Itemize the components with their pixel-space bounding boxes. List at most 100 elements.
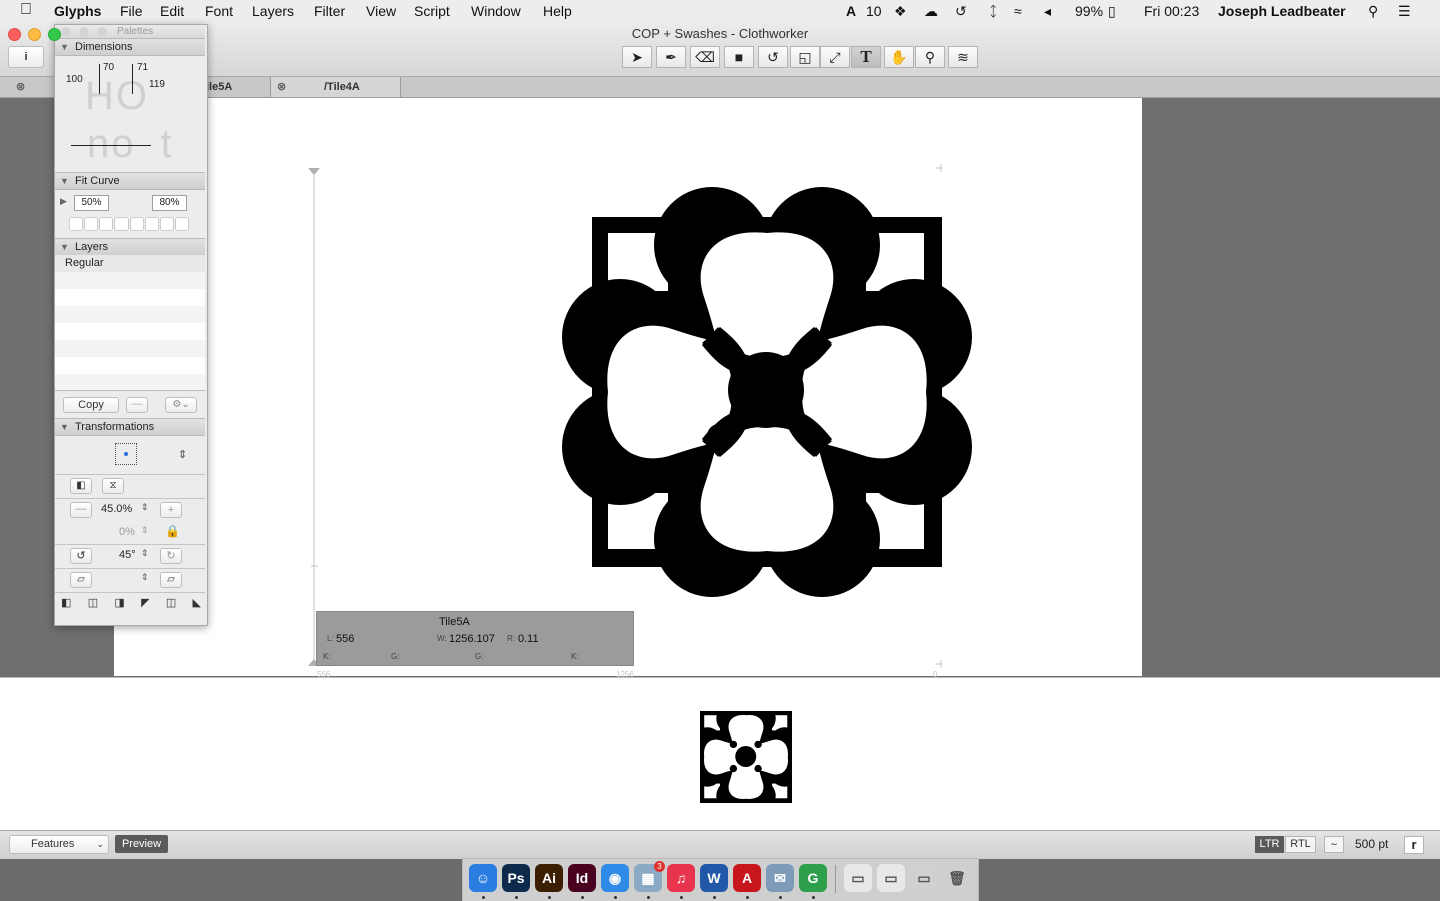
disclosure-triangle-icon[interactable]: ▼	[60, 239, 69, 255]
word-icon[interactable]: W	[700, 864, 728, 892]
wifi-icon[interactable]: ≈	[1014, 3, 1022, 19]
features-popup[interactable]: Features ⌄	[9, 835, 109, 854]
mail-icon[interactable]: ✉	[766, 864, 794, 892]
preview-button[interactable]: Preview	[115, 835, 168, 853]
creative-cloud-icon[interactable]: ☁	[924, 3, 938, 20]
dimensions-header[interactable]: ▼ Dimensions	[55, 38, 205, 56]
dimension-value[interactable]: 70	[103, 62, 114, 73]
close-tab-icon[interactable]: ⊗	[16, 77, 25, 97]
layers-header[interactable]: ▼ Layers	[55, 238, 205, 256]
user-name[interactable]: Joseph Leadbeater	[1218, 3, 1346, 19]
kern-left-label[interactable]: K:	[323, 652, 331, 661]
rotate-cw-icon[interactable]: ↻	[160, 548, 182, 564]
flip-vertical-icon[interactable]: ⧖	[102, 478, 124, 494]
volume-icon[interactable]: ◂	[1044, 3, 1051, 20]
rotate-stepper-icon[interactable]: ⇕	[141, 548, 149, 559]
menu-script[interactable]: Script	[414, 3, 450, 19]
ltr-button[interactable]: LTR	[1255, 836, 1284, 853]
rotate-icon[interactable]: ↺	[758, 46, 788, 68]
disclosure-triangle-icon[interactable]: ▼	[60, 173, 69, 189]
scale-secondary-stepper-icon[interactable]: ⇕	[141, 525, 149, 536]
group-left-label[interactable]: G:	[391, 652, 399, 661]
dimension-value[interactable]: 119	[149, 79, 165, 90]
clock[interactable]: Fri 00:23	[1144, 3, 1199, 19]
window-zoom-icon[interactable]	[48, 28, 61, 41]
palette-close-icon[interactable]	[61, 27, 71, 37]
dropbox-icon[interactable]: ❖	[894, 3, 907, 20]
fit-curve-header[interactable]: ▼ Fit Curve	[55, 172, 205, 190]
align-right-icon[interactable]: ◨	[114, 596, 124, 612]
fit-curve-preset-button[interactable]	[174, 217, 189, 231]
scale-stepper-icon[interactable]: ⇕	[141, 502, 149, 513]
font-size-value[interactable]: 500 pt	[1355, 837, 1388, 851]
slant-stepper-icon[interactable]: ⇕	[141, 572, 149, 583]
close-tab-icon[interactable]: ⊗	[277, 77, 286, 97]
measure-icon[interactable]: ≋	[948, 46, 978, 68]
group-right-label[interactable]: G:	[475, 652, 483, 661]
photoshop-icon[interactable]: Ps	[502, 864, 530, 892]
transformations-header[interactable]: ▼ Transformations	[55, 418, 205, 436]
fit-curve-preset-button[interactable]	[144, 217, 159, 231]
adobe-status-icon[interactable]: A	[846, 3, 856, 19]
scale-icon[interactable]: ◱	[790, 46, 820, 68]
align-top-icon[interactable]: ◤	[141, 596, 149, 612]
glyph-name[interactable]: Tile5A	[439, 616, 470, 628]
select-arrow-icon[interactable]: ➤	[622, 46, 652, 68]
itunes-icon[interactable]: ♫	[667, 864, 695, 892]
window2-icon[interactable]: ▭	[877, 864, 905, 892]
dimension-value[interactable]: 71	[137, 62, 148, 73]
fit-curve-preset-button[interactable]	[159, 217, 174, 231]
trash-icon[interactable]: 🗑	[943, 864, 971, 892]
pen-icon[interactable]: ✒	[656, 46, 686, 68]
fit-curve-preset-button[interactable]	[84, 217, 99, 231]
tab-tile4a[interactable]: ⊗ /Tile4A	[270, 77, 401, 97]
notification-center-icon[interactable]: ☰	[1398, 3, 1411, 20]
resize-icon[interactable]: ⤢	[820, 46, 850, 68]
fit-curve-preset-button[interactable]	[69, 217, 84, 231]
spotlight-icon[interactable]: ⚲	[1368, 3, 1378, 20]
menu-window[interactable]: Window	[471, 3, 521, 19]
fit-curve-preset-button[interactable]	[129, 217, 144, 231]
menu-font[interactable]: Font	[205, 3, 233, 19]
glyph-preview-icon[interactable]: r	[1404, 836, 1424, 854]
palette-zoom-icon[interactable]	[97, 27, 107, 37]
rotate-field[interactable]: 45°	[119, 549, 136, 561]
fit-curve-max-field[interactable]: 80%	[152, 195, 187, 211]
scale-secondary-field[interactable]: 0%	[119, 526, 135, 538]
bluetooth-icon[interactable]: ᛨ	[989, 3, 997, 19]
lsb-value[interactable]: 556	[336, 633, 354, 645]
glyph-edit-view[interactable]: 556 1256 0	[0, 98, 1440, 678]
lock-icon[interactable]: 🔒	[165, 524, 180, 538]
window1-icon[interactable]: ▭	[844, 864, 872, 892]
finder-icon[interactable]: ☺	[469, 864, 497, 892]
layer-options-gear-icon[interactable]: ⚙⌄	[165, 397, 197, 413]
info-button[interactable]: i	[8, 46, 44, 68]
layer-item-regular[interactable]: Regular	[55, 255, 205, 272]
slant-left-icon[interactable]: ▱	[70, 572, 92, 588]
fit-curve-min-field[interactable]: 50%	[74, 195, 109, 211]
scale-up-icon[interactable]: +	[160, 502, 182, 518]
remove-layer-button[interactable]: —	[126, 397, 148, 413]
flip-horizontal-icon[interactable]: ◧	[70, 478, 92, 494]
dimension-value[interactable]: 100	[66, 74, 83, 85]
layers-list[interactable]: Regular	[55, 255, 205, 390]
rectangle-icon[interactable]: ■	[724, 46, 754, 68]
illustrator-icon[interactable]: Ai	[535, 864, 563, 892]
play-icon[interactable]: ▶	[60, 196, 67, 207]
width-value[interactable]: 1256.107	[449, 633, 495, 645]
stepper-icon[interactable]: ⇕	[178, 448, 187, 461]
glyphs-icon[interactable]: G	[799, 864, 827, 892]
rsb-value[interactable]: 0.11	[518, 633, 539, 645]
disclosure-triangle-icon[interactable]: ▼	[60, 39, 69, 55]
menu-edit[interactable]: Edit	[160, 3, 184, 19]
battery-icon[interactable]: ▯	[1108, 3, 1116, 20]
window-minimize-icon[interactable]	[28, 28, 41, 41]
indesign-icon[interactable]: Id	[568, 864, 596, 892]
zoom-icon[interactable]: ⚲	[915, 46, 945, 68]
fit-curve-preset-button[interactable]	[114, 217, 129, 231]
align-middle-icon[interactable]: ◫	[166, 596, 176, 612]
dimensions-panel[interactable]: HO no t 100 70 71 119	[55, 56, 205, 172]
disclosure-triangle-icon[interactable]: ▼	[60, 419, 69, 435]
menu-layers[interactable]: Layers	[252, 3, 294, 19]
window-close-icon[interactable]	[8, 28, 21, 41]
